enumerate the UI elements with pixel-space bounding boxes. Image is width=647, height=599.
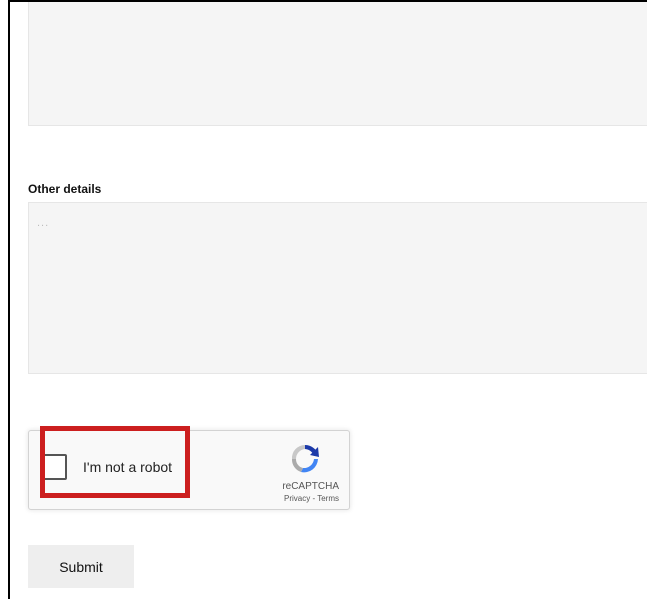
highlight-annotation-box [40, 426, 190, 498]
other-details-textarea[interactable]: ... [28, 202, 647, 374]
other-details-placeholder: ... [37, 217, 50, 229]
recaptcha-brand: reCAPTCHA [282, 481, 339, 492]
submit-button[interactable]: Submit [28, 545, 134, 588]
recaptcha-terms-link[interactable]: Terms [317, 494, 339, 503]
recaptcha-links: Privacy - Terms [284, 494, 339, 503]
recaptcha-privacy-link[interactable]: Privacy [284, 494, 310, 503]
previous-textarea[interactable] [28, 2, 647, 126]
form-frame: Other details ... I'm not a robot reCAPT… [8, 0, 647, 599]
other-details-label: Other details [28, 182, 102, 196]
recaptcha-links-separator: - [312, 494, 316, 503]
recaptcha-logo-icon [291, 444, 319, 473]
